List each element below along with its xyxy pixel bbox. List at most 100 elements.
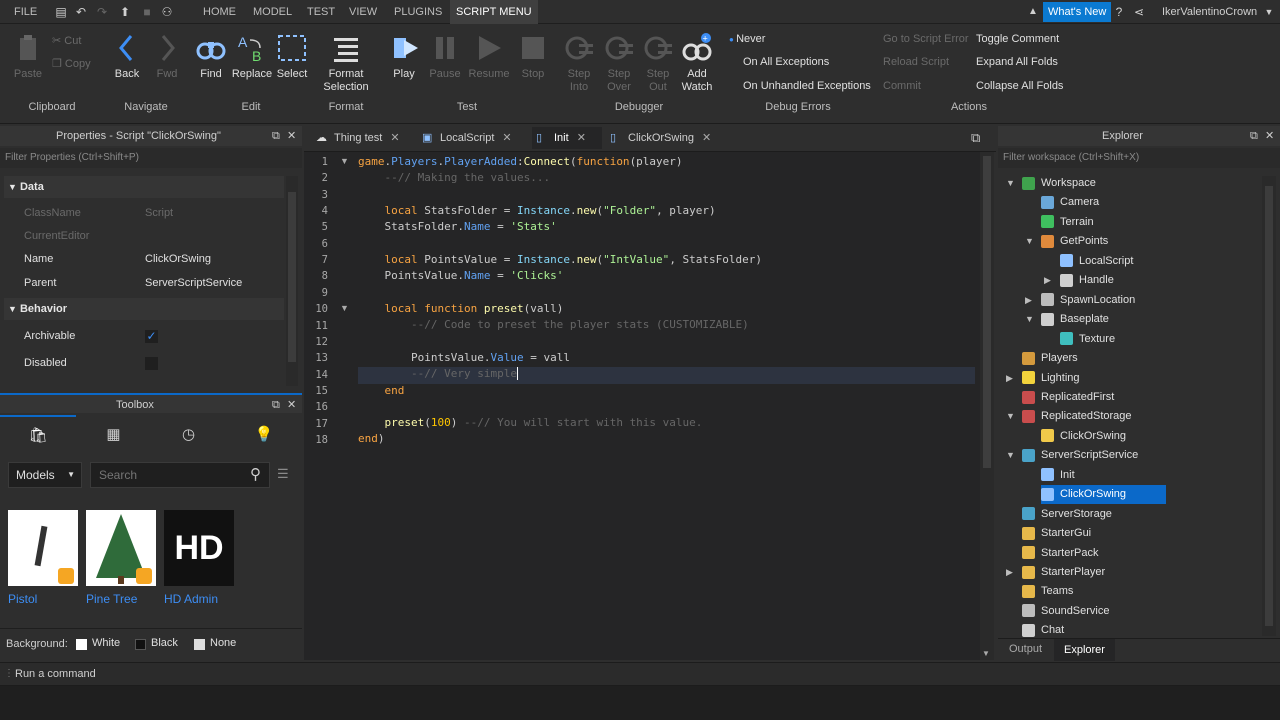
debug-never-option[interactable]: ● Never <box>729 33 765 45</box>
disabled-checkbox[interactable] <box>145 357 158 370</box>
expand-arrow-icon[interactable]: ▶ <box>1006 373 1013 384</box>
explorer-item[interactable]: Texture <box>1060 330 1115 349</box>
explorer-item[interactable]: ReplicatedStorage <box>1022 407 1132 426</box>
pine-tree-thumbnail[interactable] <box>86 510 156 586</box>
back-button[interactable]: Back <box>110 32 144 81</box>
none-swatch-icon[interactable] <box>194 639 205 650</box>
tab-output[interactable]: Output <box>1009 643 1042 655</box>
explorer-item[interactable]: Teams <box>1022 582 1073 601</box>
explorer-item[interactable]: SoundService <box>1022 602 1110 621</box>
marketplace-tab[interactable]: ▦ <box>76 415 151 455</box>
close-icon[interactable]: ✕ <box>287 395 296 415</box>
publish-icon[interactable]: ⬆ <box>118 5 132 19</box>
archivable-checkbox[interactable]: ✓ <box>145 330 158 343</box>
explorer-item[interactable]: Terrain <box>1041 213 1094 232</box>
close-icon[interactable]: ✕ <box>1265 126 1274 146</box>
add-watch-button[interactable]: + Add Watch <box>680 32 714 94</box>
filter-icon[interactable]: ☰ <box>277 466 289 482</box>
tab-test[interactable]: TEST <box>301 0 341 24</box>
explorer-item[interactable]: LocalScript <box>1060 252 1133 271</box>
hd-admin-label[interactable]: HD Admin <box>164 592 218 606</box>
recent-tab[interactable]: ◷ <box>151 415 226 455</box>
square-icon[interactable]: ■ <box>140 5 154 19</box>
new-file-icon[interactable]: ▤ <box>54 5 68 19</box>
redo-icon[interactable]: ↷ <box>95 5 109 19</box>
find-button[interactable]: Find <box>194 32 228 81</box>
help-icon[interactable]: ? <box>1112 5 1126 19</box>
play-button[interactable]: Play <box>387 32 421 81</box>
go-to-script-error-button[interactable]: Go to Script Error <box>883 33 969 45</box>
prop-value[interactable]: ClickOrSwing <box>145 248 211 271</box>
replace-button[interactable]: AB Replace <box>231 32 273 81</box>
collapse-arrow-icon[interactable]: ▼ <box>1006 450 1015 460</box>
chevron-up-icon[interactable]: ▲ <box>1026 5 1040 19</box>
collapse-arrow-icon[interactable]: ▼ <box>1025 314 1034 324</box>
bg-white-option[interactable]: White <box>92 637 120 649</box>
explorer-item[interactable]: GetPoints <box>1041 232 1108 251</box>
fold-icon[interactable]: ▼ <box>340 303 349 313</box>
toggle-comment-button[interactable]: Toggle Comment <box>976 33 1059 45</box>
tab-model[interactable]: MODEL <box>247 0 298 24</box>
explorer-filter-input[interactable]: Filter workspace (Ctrl+Shift+X) <box>998 148 1280 168</box>
explorer-item[interactable]: ServerScriptService <box>1022 446 1138 465</box>
cut-button[interactable]: ✂ Cut <box>52 34 81 47</box>
copy-button[interactable]: ❐ Copy <box>52 57 91 70</box>
hd-admin-thumbnail[interactable]: HD <box>164 510 234 586</box>
chevron-down-icon[interactable]: ▼ <box>1262 5 1276 19</box>
explorer-item[interactable]: ReplicatedFirst <box>1022 388 1114 407</box>
explorer-item[interactable]: Baseplate <box>1041 310 1109 329</box>
format-selection-button[interactable]: Format Selection <box>318 32 374 94</box>
expand-arrow-icon[interactable]: ▶ <box>1044 275 1051 286</box>
close-tab-icon[interactable]: ✕ <box>390 132 399 144</box>
toolbox-search-input[interactable] <box>90 462 270 488</box>
expand-folds-button[interactable]: Expand All Folds <box>976 56 1058 68</box>
close-tab-icon[interactable]: ✕ <box>502 132 511 144</box>
whats-new-button[interactable]: What's New <box>1043 2 1112 22</box>
pine-tree-label[interactable]: Pine Tree <box>86 592 137 606</box>
commit-button[interactable]: Commit <box>883 80 921 92</box>
tab-explorer[interactable]: Explorer <box>1054 639 1115 661</box>
undock-icon[interactable]: ⧉ <box>1250 126 1258 146</box>
undock-icon[interactable]: ⧉ <box>272 395 280 415</box>
debug-all-option[interactable]: On All Exceptions <box>743 56 829 68</box>
scrollbar-thumb[interactable] <box>1265 186 1273 626</box>
close-icon[interactable]: ✕ <box>287 126 296 146</box>
explorer-item[interactable]: StarterGui <box>1022 524 1091 543</box>
prop-value[interactable]: ServerScriptService <box>145 272 242 295</box>
explorer-item[interactable]: Lighting <box>1022 369 1080 388</box>
binoculars-icon[interactable]: ⚇ <box>160 5 174 19</box>
debug-unhandled-option[interactable]: On Unhandled Exceptions <box>743 80 871 92</box>
creations-tab[interactable]: 💡 <box>226 415 302 455</box>
scroll-down-icon[interactable]: ▼ <box>982 649 990 658</box>
bg-none-option[interactable]: None <box>210 637 236 649</box>
explorer-item[interactable]: Workspace <box>1022 174 1096 193</box>
step-over-button[interactable]: Step Over <box>602 32 636 94</box>
explorer-item[interactable]: Players <box>1022 349 1078 368</box>
tab-home[interactable]: HOME <box>197 0 242 24</box>
close-tab-icon[interactable]: ✕ <box>702 132 711 144</box>
command-bar[interactable]: ⋮ Run a command <box>0 662 1280 686</box>
prop-row-name[interactable]: Name ClickOrSwing <box>4 248 284 271</box>
black-swatch-icon[interactable] <box>135 639 146 650</box>
editor-scrollbar[interactable]: ▼ <box>980 152 994 660</box>
scrollbar-thumb[interactable] <box>983 156 991 468</box>
explorer-item[interactable]: Camera <box>1041 193 1099 212</box>
category-dropdown[interactable]: Models ▼ <box>8 462 82 488</box>
explorer-item[interactable]: Chat <box>1022 621 1064 638</box>
white-swatch-icon[interactable] <box>76 639 87 650</box>
resume-button[interactable]: Resume <box>468 32 510 81</box>
collapse-folds-button[interactable]: Collapse All Folds <box>976 80 1063 92</box>
tab-script-menu[interactable]: SCRIPT MENU <box>450 0 538 24</box>
tab-thing-test[interactable]: ☁ Thing test ✕ <box>312 127 418 149</box>
select-button[interactable]: Select <box>275 32 309 81</box>
explorer-item[interactable]: StarterPlayer <box>1022 563 1105 582</box>
inventory-tab[interactable]: 🛍 <box>0 415 76 455</box>
collapse-arrow-icon[interactable]: ▼ <box>1006 411 1015 421</box>
explorer-item[interactable]: Handle <box>1060 271 1114 290</box>
forward-button[interactable]: Fwd <box>150 32 184 81</box>
tab-init[interactable]: ▯ Init ✕ <box>532 127 602 149</box>
step-out-button[interactable]: Step Out <box>641 32 675 94</box>
undo-icon[interactable]: ↶ <box>74 5 88 19</box>
collapse-arrow-icon[interactable]: ▼ <box>1006 178 1015 188</box>
share-icon[interactable]: ⋖ <box>1132 5 1146 19</box>
